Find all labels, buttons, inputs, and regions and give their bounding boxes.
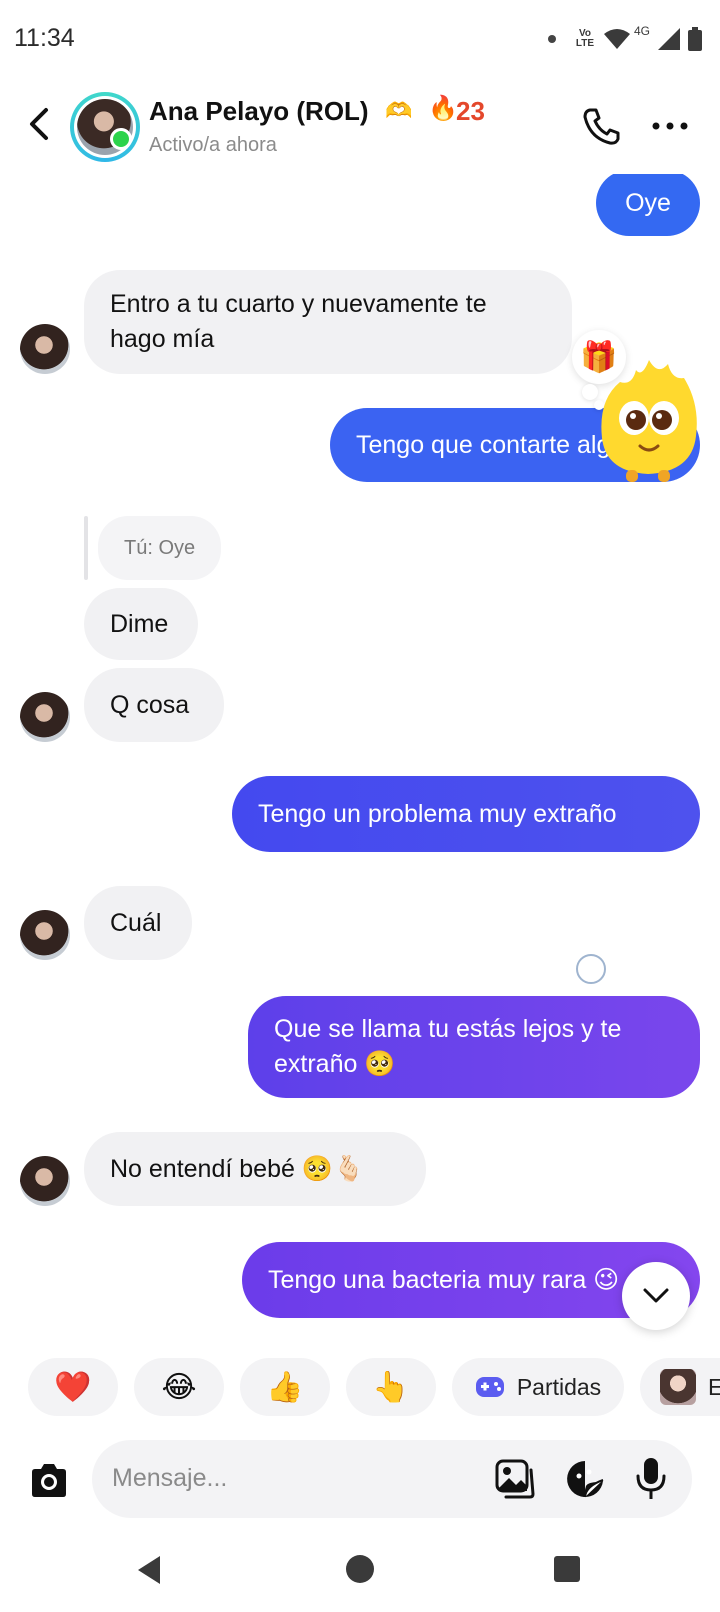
quick-reactions-bar: ❤️ 😂 👍 👆 Partidas Ef — [0, 1358, 720, 1418]
camera-icon[interactable] — [28, 1462, 70, 1500]
message-text: Tengo un problema muy extraño — [258, 799, 617, 828]
chevron-down-icon — [643, 1288, 669, 1303]
message-text: Dime — [110, 609, 169, 638]
network-type: 4G — [633, 24, 650, 38]
gamepad-icon — [475, 1377, 504, 1397]
message-text: No entendí bebé 🥺🫰🏻 — [110, 1154, 365, 1183]
games-button[interactable]: Partidas — [452, 1358, 624, 1416]
contact-avatar[interactable] — [70, 92, 140, 162]
message-incoming[interactable]: No entendí bebé 🥺🫰🏻 — [84, 1132, 426, 1206]
scroll-to-bottom-button[interactable] — [622, 1262, 690, 1330]
message-incoming[interactable]: Q cosa — [84, 668, 224, 742]
message-text: Que se llama tu estás lejos y te extraño… — [274, 1015, 622, 1078]
message-text: Tengo una bacteria muy rara 😉 — [268, 1265, 620, 1294]
nav-recents-icon[interactable] — [554, 1556, 580, 1582]
sender-avatar[interactable] — [20, 324, 70, 374]
message-text: Q cosa — [110, 690, 190, 719]
status-time: 11:34 — [14, 24, 75, 52]
online-indicator-icon — [110, 128, 132, 150]
games-label: Partidas — [516, 1373, 602, 1400]
streak-count: 23 — [456, 96, 485, 126]
message-outgoing[interactable]: Oye — [596, 174, 700, 236]
wifi-icon — [603, 29, 630, 49]
message-incoming[interactable]: Dime — [84, 588, 198, 660]
signal-icon — [658, 28, 680, 50]
volte-icon: Vo LTE — [575, 28, 595, 49]
loading-ring-icon — [576, 954, 606, 984]
phone-icon[interactable] — [582, 106, 622, 146]
status-bar: 11:34 Vo LTE 4G — [0, 0, 720, 78]
reaction-laugh-button[interactable]: 😂 — [134, 1358, 224, 1416]
back-arrow-icon[interactable] — [22, 102, 56, 146]
message-text: Cuál — [110, 908, 162, 937]
sender-avatar[interactable] — [20, 1156, 70, 1206]
reply-quote[interactable]: Tú: Oye — [98, 516, 222, 580]
reaction-thumbs-up-button[interactable]: 👍 — [240, 1358, 330, 1416]
mascot-character-icon[interactable] — [596, 356, 702, 486]
effects-avatar — [660, 1369, 696, 1405]
message-text: Entro a tu cuarto y nuevamente te hago m… — [110, 290, 487, 353]
message-text: Oye — [625, 188, 671, 217]
status-icons: Vo LTE 4G — [547, 24, 702, 54]
microphone-icon[interactable] — [634, 1456, 668, 1502]
nav-home-icon[interactable] — [345, 1554, 375, 1584]
nav-back-icon[interactable] — [134, 1554, 164, 1586]
sender-avatar[interactable] — [20, 692, 70, 742]
gallery-icon[interactable] — [494, 1458, 536, 1500]
fire-icon: 🔥 — [428, 95, 458, 122]
reply-indicator — [84, 516, 88, 580]
message-placeholder: Mensaje... — [112, 1464, 228, 1492]
more-icon[interactable] — [650, 108, 690, 144]
system-nav-bar — [0, 1540, 720, 1612]
reply-quote-text: Tú: Oye — [124, 536, 196, 559]
sticker-icon[interactable] — [564, 1458, 606, 1500]
reaction-point-up-button[interactable]: 👆 — [346, 1358, 436, 1416]
effects-button[interactable]: Ef — [640, 1358, 720, 1416]
message-composer: Mensaje... — [0, 1440, 720, 1522]
effects-label: Ef — [708, 1373, 720, 1400]
chat-header: Ana Pelayo (ROL) 🫶 🔥 23 Activo/a ahora — [0, 78, 720, 174]
message-text: Tengo que contarte algo — [356, 430, 625, 459]
message-outgoing[interactable]: Que se llama tu estás lejos y te extraño… — [248, 996, 700, 1098]
contact-status: Activo/a ahora — [149, 134, 277, 156]
message-incoming[interactable]: Entro a tu cuarto y nuevamente te hago m… — [84, 270, 572, 374]
message-outgoing[interactable]: Tengo un problema muy extraño — [232, 776, 700, 852]
reaction-heart-button[interactable]: ❤️ — [28, 1358, 118, 1416]
sender-avatar[interactable] — [20, 910, 70, 960]
battery-icon — [688, 27, 702, 51]
message-incoming[interactable]: Cuál — [84, 886, 192, 960]
heart-hands-icon: 🫶 — [385, 98, 413, 123]
notification-dot-icon — [547, 35, 556, 43]
contact-name[interactable]: Ana Pelayo (ROL) — [149, 96, 369, 127]
